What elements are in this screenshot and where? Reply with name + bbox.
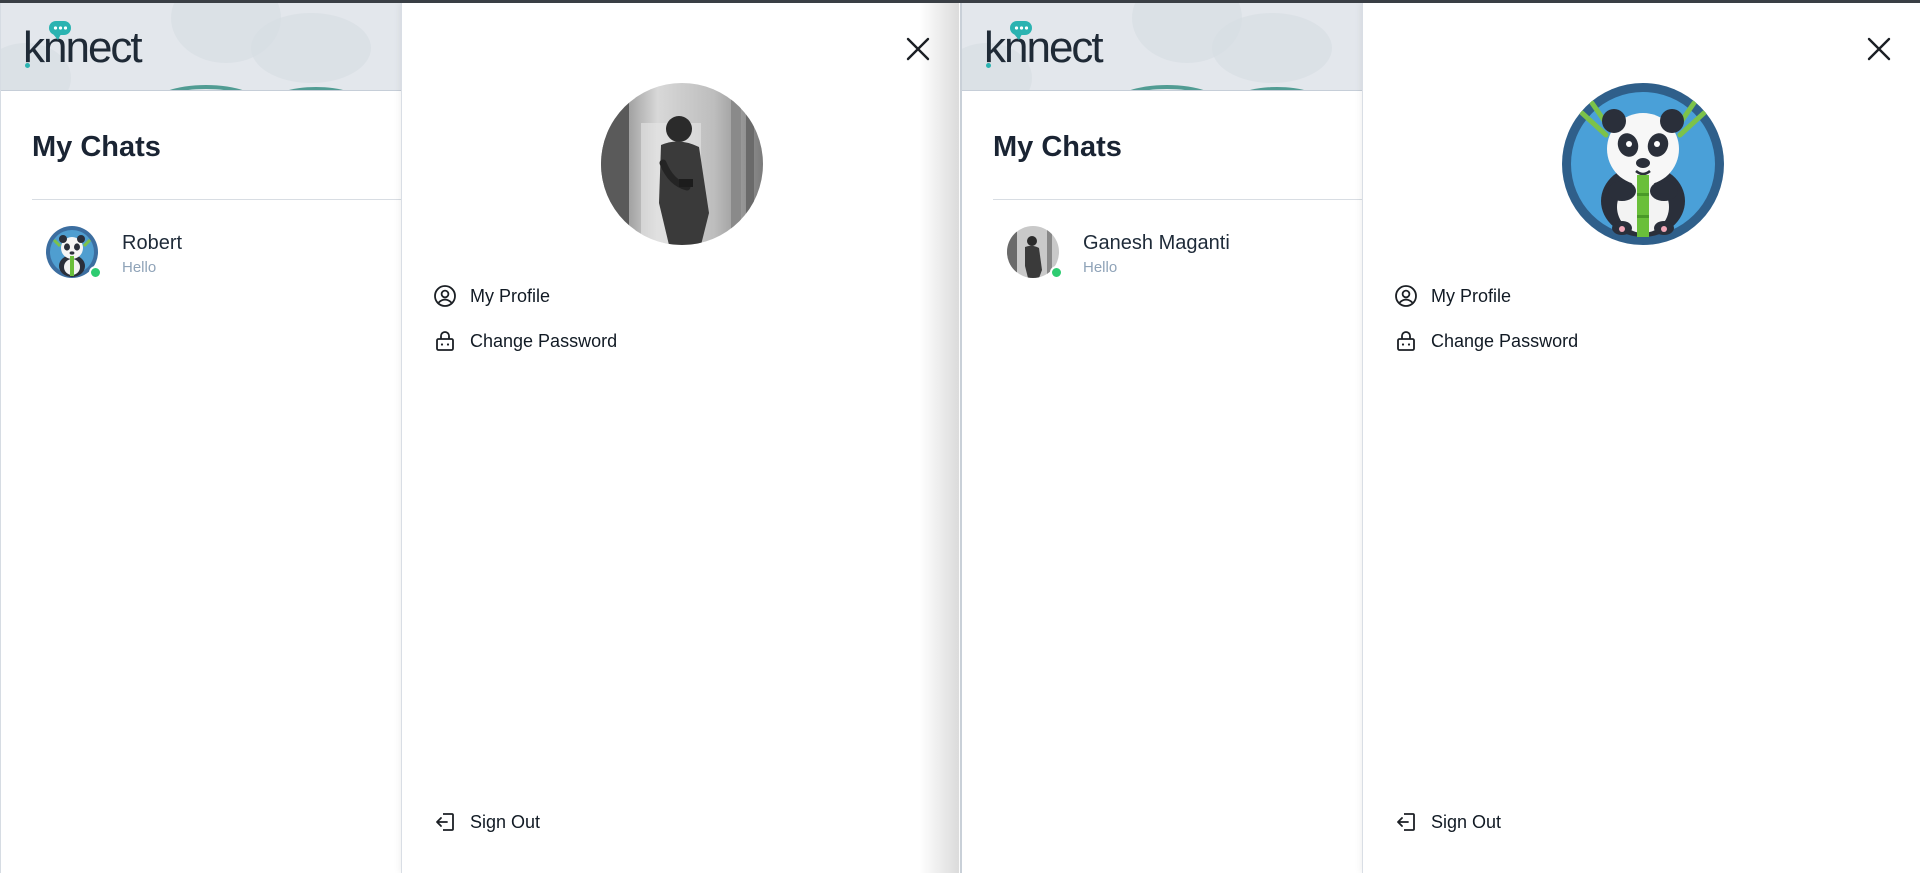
logo-dot-icon <box>25 63 30 68</box>
change-password-menu-item[interactable]: Change Password <box>1393 326 1578 356</box>
panda-avatar[interactable] <box>1562 83 1724 245</box>
chat-list-pane: knnect My Chats Robert Hello <box>1 3 401 873</box>
online-status-dot <box>1050 266 1063 279</box>
menu-item-label: My Profile <box>1431 285 1512 306</box>
divider <box>993 199 1362 200</box>
page-title: My Chats <box>32 131 161 163</box>
menu-item-label: My Profile <box>470 285 551 306</box>
menu-item-label: Change Password <box>1431 330 1579 351</box>
my-profile-menu-item[interactable]: My Profile <box>432 281 550 311</box>
change-password-menu-item[interactable]: Change Password <box>432 326 617 356</box>
logo-dot-icon <box>986 63 991 68</box>
last-message-preview: Hello <box>122 259 157 276</box>
chat-list-pane: knnect My Chats Ganesh Maganti Hello <box>962 3 1362 873</box>
sign-out-button[interactable]: Sign Out <box>432 807 540 837</box>
left-app-screen: knnect My Chats Robert Hello My Profile … <box>0 3 960 873</box>
profile-photo-avatar[interactable] <box>601 83 763 245</box>
online-status-dot <box>89 266 102 279</box>
user-circle-icon <box>1393 283 1419 309</box>
app-header: knnect <box>1 3 401 91</box>
knnect-logo[interactable]: knnect <box>23 17 153 77</box>
user-circle-icon <box>432 283 458 309</box>
sign-out-icon <box>432 809 458 835</box>
last-message-preview: Hello <box>1083 259 1118 276</box>
sign-out-icon <box>1393 809 1419 835</box>
contact-name: Robert <box>122 232 183 254</box>
knnect-logo[interactable]: knnect <box>984 17 1114 77</box>
list-item[interactable]: Ganesh Maganti Hello <box>993 218 1353 279</box>
sign-out-button[interactable]: Sign Out <box>1393 807 1501 837</box>
page-title: My Chats <box>993 131 1122 163</box>
app-header: knnect <box>962 3 1362 91</box>
divider <box>32 199 401 200</box>
logo-text: knnect <box>984 23 1104 72</box>
close-icon[interactable] <box>1863 33 1895 65</box>
sign-out-label: Sign Out <box>1431 811 1502 832</box>
lock-icon <box>432 328 458 354</box>
right-app-screen: knnect My Chats Ganesh Maganti Hello My … <box>960 3 1920 873</box>
menu-item-label: Change Password <box>470 330 618 351</box>
profile-drawer: My Profile Change Password Sign Out <box>1362 3 1920 873</box>
lock-icon <box>1393 328 1419 354</box>
sign-out-label: Sign Out <box>470 811 541 832</box>
chat-bubble-icon <box>49 21 71 40</box>
profile-drawer: My Profile Change Password Sign Out <box>401 3 959 873</box>
list-item[interactable]: Robert Hello <box>32 218 392 279</box>
my-profile-menu-item[interactable]: My Profile <box>1393 281 1511 311</box>
contact-name: Ganesh Maganti <box>1083 232 1230 254</box>
chat-bubble-icon <box>1010 21 1032 40</box>
close-icon[interactable] <box>902 33 934 65</box>
logo-text: knnect <box>23 23 143 72</box>
